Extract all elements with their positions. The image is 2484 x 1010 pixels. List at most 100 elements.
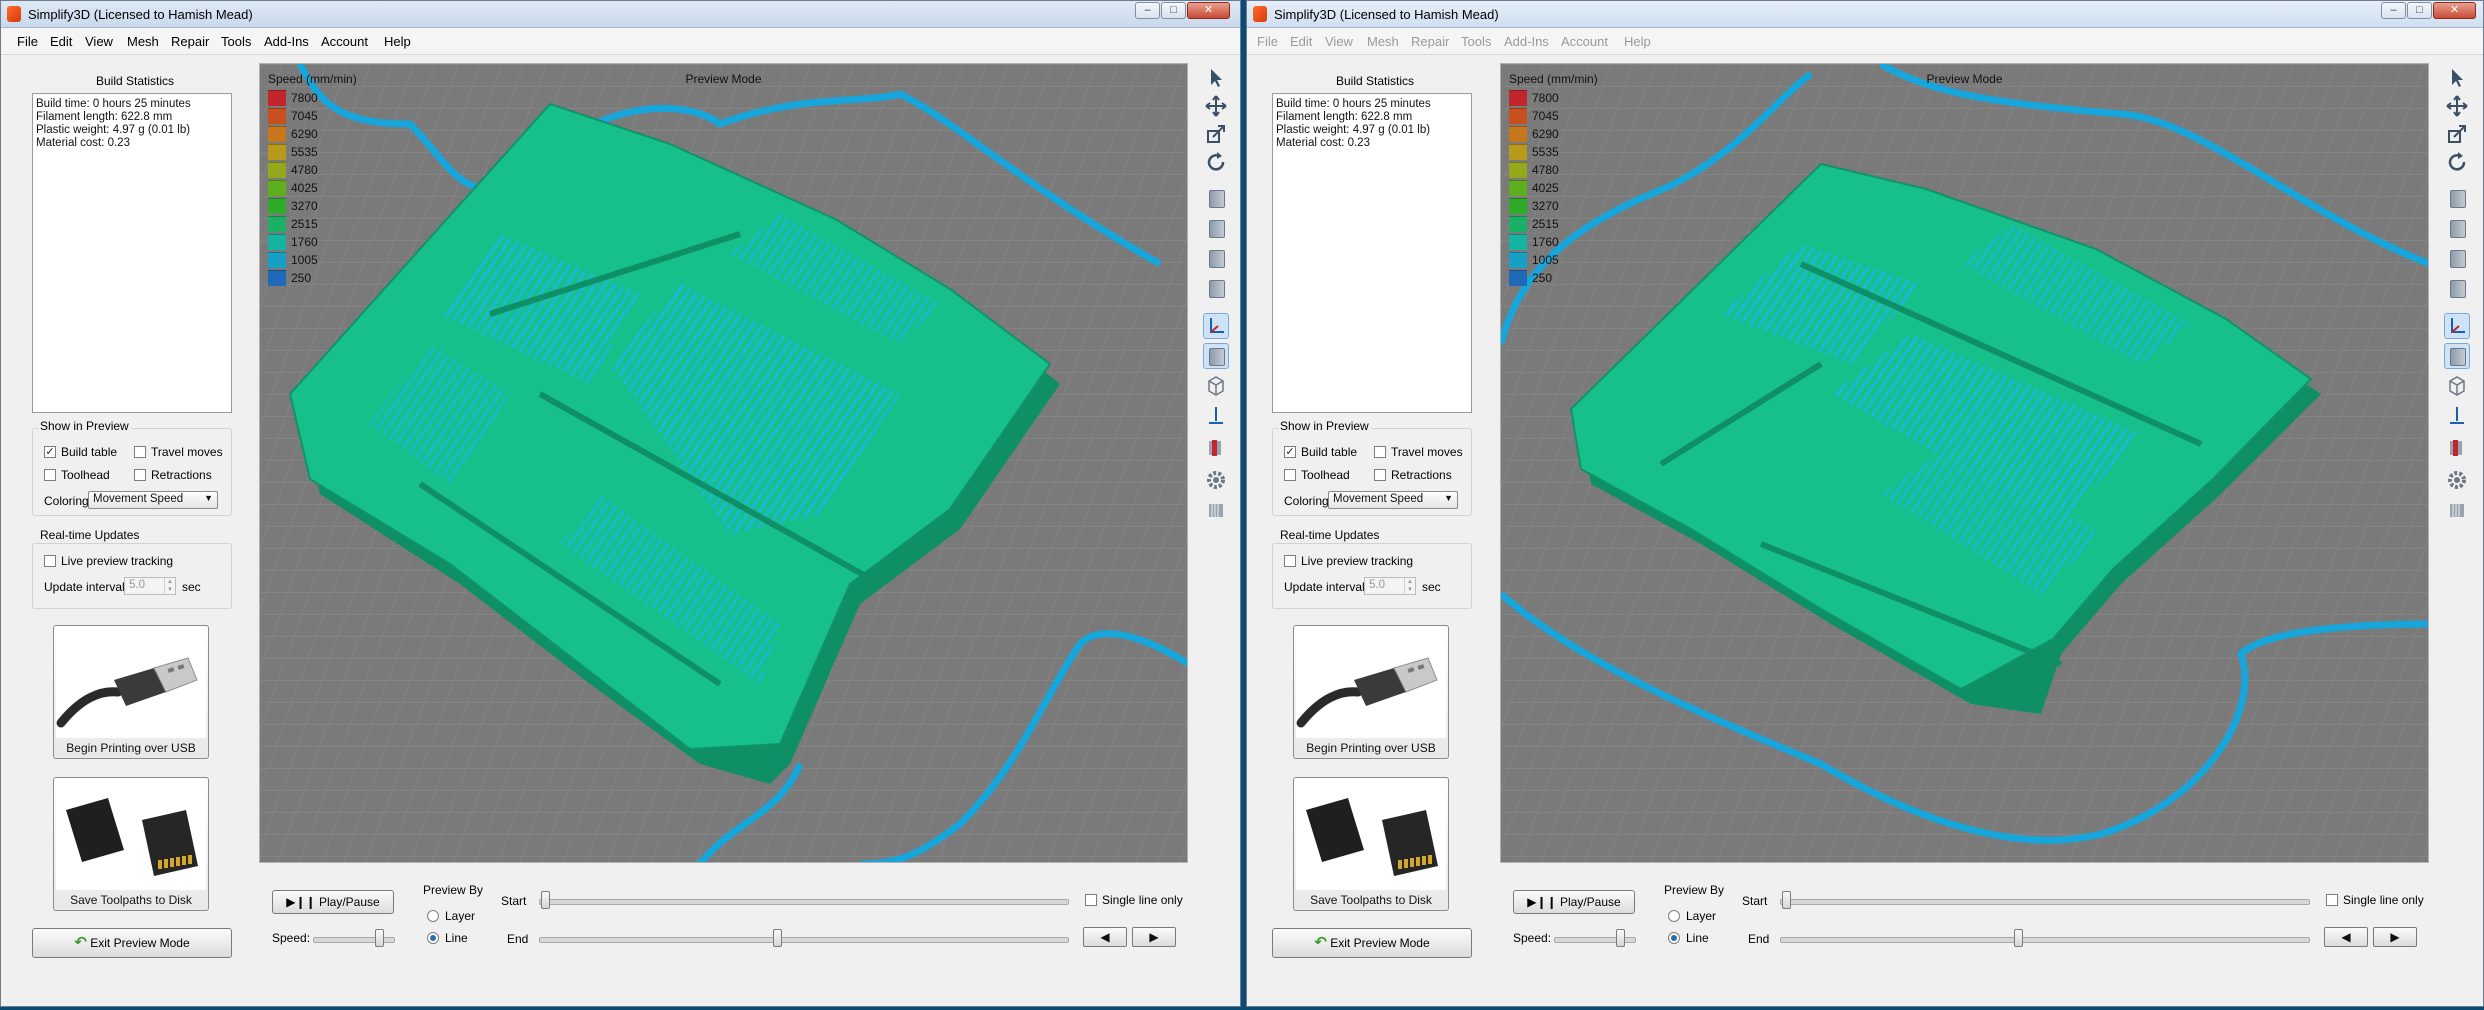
menu-repair[interactable]: Repair (1411, 34, 1449, 49)
start-slider-track[interactable] (1780, 899, 2310, 905)
solid-view-icon[interactable] (1203, 343, 1229, 369)
close-icon[interactable]: ✕ (2433, 2, 2476, 19)
menu-repair[interactable]: Repair (171, 34, 209, 49)
coloring-select[interactable]: Movement Speed ▼ (1328, 491, 1458, 509)
update-interval-label: Update interval (44, 580, 125, 594)
normals-icon[interactable] (1203, 403, 1229, 429)
rotate-icon[interactable] (1203, 149, 1229, 175)
title-bar[interactable]: Simplify3D (Licensed to Hamish Mead) – □… (1247, 1, 2483, 28)
end-slider-track[interactable] (1780, 937, 2310, 943)
menu-account[interactable]: Account (1561, 34, 1608, 49)
title-bar[interactable]: Simplify3D (Licensed to Hamish Mead) – □… (1, 1, 1240, 28)
speed-slider-thumb[interactable] (1616, 929, 1625, 947)
toolhead-checkbox[interactable] (44, 469, 56, 481)
single-line-checkbox[interactable] (1085, 894, 1097, 906)
play-pause-button[interactable]: ▶❙❙ Play/Pause (272, 890, 394, 914)
move-arrows-icon[interactable] (2444, 93, 2470, 119)
layers-icon[interactable] (1203, 497, 1229, 523)
begin-printing-usb-button[interactable]: Begin Printing over USB (1293, 625, 1449, 759)
end-slider-track[interactable] (539, 937, 1069, 943)
solid-view-icon[interactable] (2444, 343, 2470, 369)
minimize-icon[interactable]: – (1135, 2, 1160, 19)
update-interval-spinner[interactable]: 5.0 ▲ ▼ (124, 577, 176, 595)
start-slider-thumb[interactable] (1782, 891, 1791, 909)
clip-icon[interactable] (1203, 435, 1229, 461)
view-top-icon[interactable] (2444, 245, 2470, 271)
view-iso-icon[interactable] (1203, 185, 1229, 211)
menu-help[interactable]: Help (1624, 34, 1651, 49)
live-tracking-checkbox[interactable] (44, 555, 56, 567)
scale-icon[interactable] (2444, 121, 2470, 147)
travel-moves-checkbox[interactable] (134, 446, 146, 458)
menu-mesh[interactable]: Mesh (127, 34, 159, 49)
clip-icon[interactable] (2444, 435, 2470, 461)
legend-value: 4780 (1532, 163, 1559, 177)
retractions-checkbox[interactable] (1374, 469, 1386, 481)
minimize-icon[interactable]: – (2381, 2, 2406, 19)
menu-edit[interactable]: Edit (1290, 34, 1312, 49)
legend-value: 4025 (1532, 181, 1559, 195)
play-pause-button[interactable]: ▶❙❙ Play/Pause (1513, 890, 1635, 914)
cursor-arrow-icon[interactable] (2444, 65, 2470, 91)
live-tracking-checkbox[interactable] (1284, 555, 1296, 567)
maximize-icon[interactable]: □ (2407, 2, 2432, 19)
layers-icon[interactable] (2444, 497, 2470, 523)
view-side-icon[interactable] (2444, 275, 2470, 301)
end-slider-thumb[interactable] (2014, 929, 2023, 947)
maximize-icon[interactable]: □ (1161, 2, 1186, 19)
start-slider-track[interactable] (539, 899, 1069, 905)
build-table-checkbox[interactable]: ✓ (44, 446, 56, 458)
preview-viewport[interactable]: Preview Mode Speed (mm/min) 7800 7045 6290… (259, 63, 1188, 863)
view-top-icon[interactable] (1203, 245, 1229, 271)
view-front-icon[interactable] (1203, 215, 1229, 241)
preview-by-layer-radio[interactable] (427, 910, 439, 922)
axes-icon[interactable] (2444, 313, 2470, 339)
preview-viewport[interactable]: Preview Mode Speed (mm/min) 7800 7045 6290… (1500, 63, 2429, 863)
preview-by-line-radio[interactable] (427, 932, 439, 944)
move-arrows-icon[interactable] (1203, 93, 1229, 119)
menu-edit[interactable]: Edit (50, 34, 72, 49)
toolhead-checkbox[interactable] (1284, 469, 1296, 481)
gear-icon[interactable] (1203, 467, 1229, 493)
view-side-icon[interactable] (1203, 275, 1229, 301)
close-icon[interactable]: ✕ (1187, 2, 1230, 19)
coloring-select[interactable]: Movement Speed ▼ (88, 491, 218, 509)
end-slider-thumb[interactable] (773, 929, 782, 947)
previous-line-button[interactable]: ◀ (1083, 927, 1127, 947)
menu-tools[interactable]: Tools (221, 34, 251, 49)
single-line-checkbox[interactable] (2326, 894, 2338, 906)
next-line-button[interactable]: ▶ (2373, 927, 2417, 947)
cursor-arrow-icon[interactable] (1203, 65, 1229, 91)
travel-moves-checkbox[interactable] (1374, 446, 1386, 458)
menu-add-ins[interactable]: Add-Ins (264, 34, 309, 49)
rotate-icon[interactable] (2444, 149, 2470, 175)
wireframe-icon[interactable] (2444, 373, 2470, 399)
build-statistics-heading: Build Statistics (1336, 74, 1415, 88)
menu-view[interactable]: View (1325, 34, 1353, 49)
scale-icon[interactable] (1203, 121, 1229, 147)
menu-add-ins[interactable]: Add-Ins (1504, 34, 1549, 49)
normals-icon[interactable] (2444, 403, 2470, 429)
gear-icon[interactable] (2444, 467, 2470, 493)
next-line-button[interactable]: ▶ (1132, 927, 1176, 947)
view-front-icon[interactable] (2444, 215, 2470, 241)
menu-account[interactable]: Account (321, 34, 368, 49)
menu-file[interactable]: File (17, 34, 38, 49)
start-slider-thumb[interactable] (541, 891, 550, 909)
menu-file[interactable]: File (1257, 34, 1278, 49)
wireframe-icon[interactable] (1203, 373, 1229, 399)
preview-by-layer-radio[interactable] (1668, 910, 1680, 922)
update-interval-spinner[interactable]: 5.0 ▲ ▼ (1364, 577, 1416, 595)
begin-printing-usb-button[interactable]: Begin Printing over USB (53, 625, 209, 759)
speed-slider-thumb[interactable] (375, 929, 384, 947)
view-iso-icon[interactable] (2444, 185, 2470, 211)
preview-by-line-radio[interactable] (1668, 932, 1680, 944)
menu-mesh[interactable]: Mesh (1367, 34, 1399, 49)
axes-icon[interactable] (1203, 313, 1229, 339)
retractions-checkbox[interactable] (134, 469, 146, 481)
previous-line-button[interactable]: ◀ (2324, 927, 2368, 947)
menu-help[interactable]: Help (384, 34, 411, 49)
menu-view[interactable]: View (85, 34, 113, 49)
build-table-checkbox[interactable]: ✓ (1284, 446, 1296, 458)
menu-tools[interactable]: Tools (1461, 34, 1491, 49)
